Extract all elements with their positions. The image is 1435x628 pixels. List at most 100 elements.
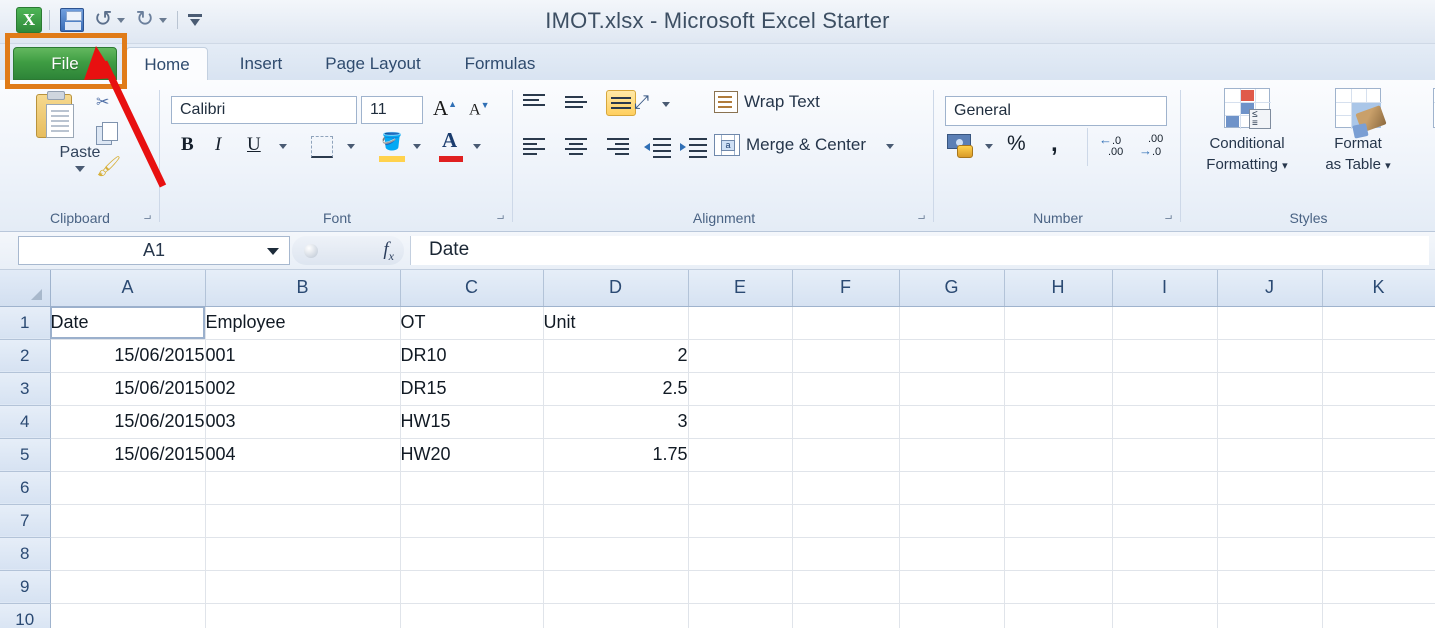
cell-c9[interactable] xyxy=(400,570,543,603)
cell-h6[interactable] xyxy=(1004,471,1112,504)
cell-e10[interactable] xyxy=(688,603,792,628)
cell-a5[interactable]: 15/06/2015 xyxy=(50,438,205,471)
percent-style-icon[interactable]: % xyxy=(1007,132,1026,156)
row-header-2[interactable]: 2 xyxy=(0,339,50,372)
increase-indent-icon[interactable] xyxy=(680,136,708,158)
paste-button[interactable] xyxy=(32,90,80,142)
cell-k9[interactable] xyxy=(1322,570,1435,603)
cell-c1[interactable]: OT xyxy=(400,306,543,339)
cell-c4[interactable]: HW15 xyxy=(400,405,543,438)
italic-button[interactable]: I xyxy=(215,134,221,156)
chevron-down-icon[interactable] xyxy=(985,144,993,149)
row-header-6[interactable]: 6 xyxy=(0,471,50,504)
cell-k7[interactable] xyxy=(1322,504,1435,537)
decrease-indent-icon[interactable] xyxy=(644,136,672,158)
select-all-corner[interactable] xyxy=(0,270,50,306)
shrink-font-icon[interactable]: A▼ xyxy=(469,100,489,119)
cell-d10[interactable] xyxy=(543,603,688,628)
cell-h3[interactable] xyxy=(1004,372,1112,405)
row-header-9[interactable]: 9 xyxy=(0,570,50,603)
tab-formulas[interactable]: Formulas xyxy=(444,47,556,82)
cell-e7[interactable] xyxy=(688,504,792,537)
cell-b5[interactable]: 004 xyxy=(205,438,400,471)
cell-f4[interactable] xyxy=(792,405,899,438)
cell-a10[interactable] xyxy=(50,603,205,628)
cell-i2[interactable] xyxy=(1112,339,1217,372)
top-align-icon[interactable] xyxy=(522,92,548,114)
cell-b2[interactable]: 001 xyxy=(205,339,400,372)
column-header-k[interactable]: K xyxy=(1322,270,1435,306)
merge-center-label[interactable]: Merge & Center xyxy=(746,135,866,155)
cell-b4[interactable]: 003 xyxy=(205,405,400,438)
cell-b1[interactable]: Employee xyxy=(205,306,400,339)
row-header-4[interactable]: 4 xyxy=(0,405,50,438)
name-box[interactable]: A1 xyxy=(18,236,290,265)
cell-h4[interactable] xyxy=(1004,405,1112,438)
column-header-f[interactable]: F xyxy=(792,270,899,306)
wrap-text-label[interactable]: Wrap Text xyxy=(744,92,820,112)
number-format-select[interactable]: General xyxy=(945,96,1167,126)
grow-font-icon[interactable]: A▲ xyxy=(433,96,457,121)
comma-style-icon[interactable]: , xyxy=(1051,130,1058,158)
cell-j2[interactable] xyxy=(1217,339,1322,372)
row-header-1[interactable]: 1 xyxy=(0,306,50,339)
wrap-text-icon[interactable] xyxy=(714,91,738,113)
copy-icon[interactable] xyxy=(96,122,120,146)
cell-k5[interactable] xyxy=(1322,438,1435,471)
cell-c10[interactable] xyxy=(400,603,543,628)
row-header-8[interactable]: 8 xyxy=(0,537,50,570)
cell-styles-button[interactable]: Cel Style xyxy=(1408,88,1435,175)
cell-g1[interactable] xyxy=(899,306,1004,339)
formula-input[interactable]: Date xyxy=(410,236,1429,265)
tab-home[interactable]: Home xyxy=(126,47,208,82)
cell-d6[interactable] xyxy=(543,471,688,504)
tab-file[interactable]: File xyxy=(13,47,117,80)
cell-d4[interactable]: 3 xyxy=(543,405,688,438)
chevron-down-icon[interactable] xyxy=(413,144,421,149)
cell-g10[interactable] xyxy=(899,603,1004,628)
cell-j5[interactable] xyxy=(1217,438,1322,471)
cell-f9[interactable] xyxy=(792,570,899,603)
row-header-5[interactable]: 5 xyxy=(0,438,50,471)
cell-g5[interactable] xyxy=(899,438,1004,471)
cell-b9[interactable] xyxy=(205,570,400,603)
accounting-format-icon[interactable] xyxy=(947,134,977,160)
cell-h8[interactable] xyxy=(1004,537,1112,570)
cell-k2[interactable] xyxy=(1322,339,1435,372)
cell-f1[interactable] xyxy=(792,306,899,339)
cell-a4[interactable]: 15/06/2015 xyxy=(50,405,205,438)
cell-e9[interactable] xyxy=(688,570,792,603)
cell-d2[interactable]: 2 xyxy=(543,339,688,372)
cell-h1[interactable] xyxy=(1004,306,1112,339)
bottom-align-icon[interactable] xyxy=(606,90,636,116)
chevron-down-icon[interactable] xyxy=(662,102,670,107)
cell-f3[interactable] xyxy=(792,372,899,405)
chevron-down-icon[interactable] xyxy=(279,144,287,149)
font-dialog-launcher[interactable] xyxy=(494,212,507,225)
cell-a8[interactable] xyxy=(50,537,205,570)
cell-b6[interactable] xyxy=(205,471,400,504)
clipboard-dialog-launcher[interactable] xyxy=(141,212,154,225)
cell-j1[interactable] xyxy=(1217,306,1322,339)
cell-b8[interactable] xyxy=(205,537,400,570)
cell-i1[interactable] xyxy=(1112,306,1217,339)
column-header-d[interactable]: D xyxy=(543,270,688,306)
cell-g4[interactable] xyxy=(899,405,1004,438)
format-painter-icon[interactable]: 🖌 xyxy=(96,154,121,179)
cell-j4[interactable] xyxy=(1217,405,1322,438)
chevron-down-icon[interactable] xyxy=(267,248,279,255)
cell-i10[interactable] xyxy=(1112,603,1217,628)
cell-a6[interactable] xyxy=(50,471,205,504)
cell-i3[interactable] xyxy=(1112,372,1217,405)
align-right-icon[interactable] xyxy=(606,136,632,158)
cell-c2[interactable]: DR10 xyxy=(400,339,543,372)
cell-d8[interactable] xyxy=(543,537,688,570)
column-header-i[interactable]: I xyxy=(1112,270,1217,306)
cell-e3[interactable] xyxy=(688,372,792,405)
column-header-e[interactable]: E xyxy=(688,270,792,306)
cell-g8[interactable] xyxy=(899,537,1004,570)
cell-c6[interactable] xyxy=(400,471,543,504)
cell-e8[interactable] xyxy=(688,537,792,570)
insert-function-dot-icon[interactable] xyxy=(304,244,318,258)
cell-c3[interactable]: DR15 xyxy=(400,372,543,405)
